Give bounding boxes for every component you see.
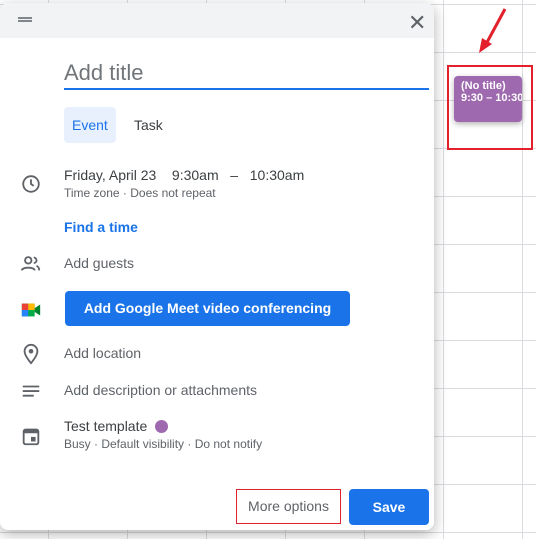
datetime-row[interactable]: Friday, April 23 9:30am – 10:30am — [64, 167, 304, 183]
date[interactable]: Friday, April 23 — [64, 167, 156, 183]
people-icon — [20, 256, 41, 271]
highlight-box — [447, 65, 533, 150]
calendar-name: Test template — [64, 418, 148, 434]
tab-task[interactable]: Task — [126, 107, 171, 143]
event-quick-create-dialog: ✕ Event Task Friday, April 23 9:30am – 1… — [0, 3, 434, 530]
calendar-selector[interactable]: Test template — [64, 418, 169, 434]
add-guests-field[interactable]: Add guests — [64, 255, 134, 271]
clock-icon — [22, 175, 40, 193]
end-time[interactable]: 10:30am — [250, 167, 304, 183]
find-time-link[interactable]: Find a time — [64, 219, 138, 235]
arrow-annotation-icon — [479, 8, 507, 53]
close-icon[interactable]: ✕ — [408, 10, 426, 36]
tab-event[interactable]: Event — [64, 107, 116, 143]
add-description-field[interactable]: Add description or attachments — [64, 382, 257, 398]
save-button[interactable]: Save — [349, 489, 429, 525]
add-location-field[interactable]: Add location — [64, 345, 141, 361]
add-meet-button[interactable]: Add Google Meet video conferencing — [65, 291, 350, 326]
more-options-button[interactable]: More options — [236, 489, 341, 524]
start-time[interactable]: 9:30am — [172, 167, 219, 183]
calendar-color-dot — [155, 420, 169, 433]
google-meet-icon — [21, 303, 41, 317]
time-separator: – — [230, 167, 239, 183]
title-input[interactable] — [64, 58, 429, 90]
drag-handle-icon[interactable] — [18, 17, 32, 22]
dialog-header[interactable]: ✕ — [0, 3, 434, 38]
calendar-details[interactable]: Busy · Default visibility · Do not notif… — [64, 437, 262, 451]
timezone-recurrence[interactable]: Time zone · Does not repeat — [64, 186, 216, 200]
description-icon — [22, 385, 40, 397]
location-icon — [23, 343, 39, 365]
calendar-icon — [22, 428, 40, 446]
